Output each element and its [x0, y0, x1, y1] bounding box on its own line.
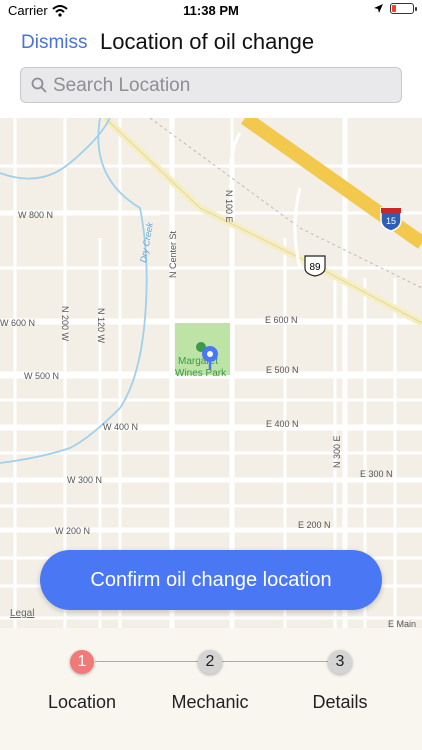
street-label-w400n: W 400 N [103, 422, 138, 432]
street-label-n200w: N 200 W [60, 306, 70, 342]
battery-icon [390, 3, 417, 14]
street-label-w600n: W 600 N [0, 318, 35, 328]
step-progress: 1 2 3 Location Mechanic Details [0, 628, 422, 750]
interstate-shield-icon: 15 [380, 207, 402, 232]
status-time: 11:38 PM [183, 3, 239, 18]
street-label-e200n: E 200 N [298, 520, 331, 530]
street-label-w500n: W 500 N [24, 371, 59, 381]
search-icon [31, 77, 47, 93]
street-label-w200n: W 200 N [55, 526, 90, 536]
location-arrow-icon [374, 4, 383, 13]
interstate-number: 15 [386, 216, 396, 226]
search-input[interactable] [51, 68, 395, 104]
legal-link[interactable]: Legal [10, 608, 34, 619]
park-label-line2: Wines Park [175, 368, 227, 379]
nav-bar: Dismiss Location of oil change [0, 26, 422, 62]
step-2-label: Mechanic [171, 692, 249, 712]
creek-label: Dry Creek [138, 221, 155, 263]
street-label-e400n: E 400 N [266, 419, 299, 429]
street-label-w300n: W 300 N [67, 475, 102, 485]
street-label-e300n: E 300 N [360, 469, 393, 479]
street-label-n300e: N 300 E [332, 435, 342, 468]
highway-number: 89 [309, 262, 321, 273]
step-2-circle[interactable]: 2 [198, 650, 222, 674]
step-1-circle[interactable]: 1 [70, 650, 94, 674]
street-label-n120w: N 120 W [96, 308, 106, 344]
dismiss-button[interactable]: Dismiss [21, 32, 88, 54]
street-label-n100e: N 100 E [224, 190, 234, 223]
status-bar: Carrier 11:38 PM [0, 0, 422, 22]
street-label-n-center: N Center St [168, 230, 178, 278]
step-3-circle[interactable]: 3 [328, 650, 352, 674]
step-1-label: Location [47, 692, 117, 712]
step-3-label: Details [312, 692, 368, 712]
status-right [373, 3, 417, 14]
page-title: Location of oil change [100, 29, 315, 54]
street-label-w800n: W 800 N [18, 210, 53, 220]
search-bar [20, 67, 402, 104]
street-label-e500n: E 500 N [266, 365, 299, 375]
step-connector-2 [222, 661, 328, 662]
step-connector-1 [95, 661, 198, 662]
highway-shield-icon: 89 [304, 255, 326, 277]
confirm-location-button[interactable]: Confirm oil change location [40, 550, 382, 610]
street-label-e600n: E 600 N [265, 315, 298, 325]
